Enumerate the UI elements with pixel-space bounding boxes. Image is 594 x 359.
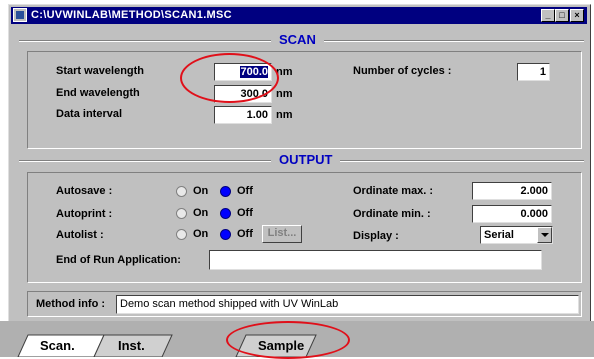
start-wavelength-label: Start wavelength [56,65,145,77]
autoprint-off-label: Off [237,207,253,219]
end-of-run-field[interactable] [209,250,542,270]
maximize-button[interactable]: □ [555,9,569,22]
ordinate-max-label: Ordinate max. : [353,185,434,197]
cycles-field[interactable]: 1 [517,63,550,81]
autoprint-label: Autoprint : [56,208,113,220]
display-value: Serial [484,229,514,241]
display-label: Display : [353,230,399,242]
autosave-off-radio[interactable] [220,186,231,197]
method-info-field[interactable]: Demo scan method shipped with UV WinLab [116,295,579,314]
autolist-off-label: Off [237,228,253,240]
window-title: C:\UVWINLAB\METHOD\SCAN1.MSC [31,9,232,21]
tab-scan[interactable]: Scan. [40,338,75,353]
output-group: Autosave : On Off Autoprint : On Off Aut… [27,172,582,283]
ordinate-min-field[interactable]: 0.000 [472,205,552,223]
app-icon [13,8,27,22]
close-button[interactable]: × [570,9,584,22]
end-of-run-label: End of Run Application: [56,254,181,266]
scan-heading: SCAN [271,32,324,47]
ordinate-max-field[interactable]: 2.000 [472,182,552,200]
autoprint-on-radio[interactable] [176,208,187,219]
autolist-on-label: On [193,228,209,240]
method-info-group: Method info : Demo scan method shipped w… [27,291,582,317]
autosave-label: Autosave : [56,185,113,197]
scan-group: Start wavelength 700.0 nm End wavelength… [27,51,582,149]
title-bar[interactable]: C:\UVWINLAB\METHOD\SCAN1.MSC _ □ × [11,7,587,24]
method-window: C:\UVWINLAB\METHOD\SCAN1.MSC _ □ × SCAN … [8,4,591,354]
method-info-label: Method info : [36,298,106,310]
autolist-label: Autolist : [56,229,104,241]
chevron-down-icon[interactable] [537,227,552,243]
autoprint-on-label: On [193,207,209,219]
minimize-button[interactable]: _ [541,9,555,22]
autosave-on-radio[interactable] [176,186,187,197]
data-interval-label: Data interval [56,108,123,120]
autoprint-off-radio[interactable] [220,208,231,219]
cycles-label: Number of cycles : [353,65,452,77]
annotation-circle-wavelength [180,53,279,103]
autolist-off-radio[interactable] [220,229,231,240]
list-button[interactable]: List... [262,225,302,243]
output-heading: OUTPUT [271,152,341,167]
ordinate-min-label: Ordinate min. : [353,208,431,220]
autosave-on-label: On [193,185,209,197]
data-interval-unit: nm [276,109,293,121]
end-wavelength-label: End wavelength [56,87,140,99]
autolist-on-radio[interactable] [176,229,187,240]
display-select[interactable]: Serial [480,226,553,244]
end-wavelength-unit: nm [276,88,293,100]
annotation-circle-sample-tab [226,321,350,359]
data-interval-field[interactable]: 1.00 [214,106,272,124]
tab-inst[interactable]: Inst. [118,338,145,353]
autosave-off-label: Off [237,185,253,197]
